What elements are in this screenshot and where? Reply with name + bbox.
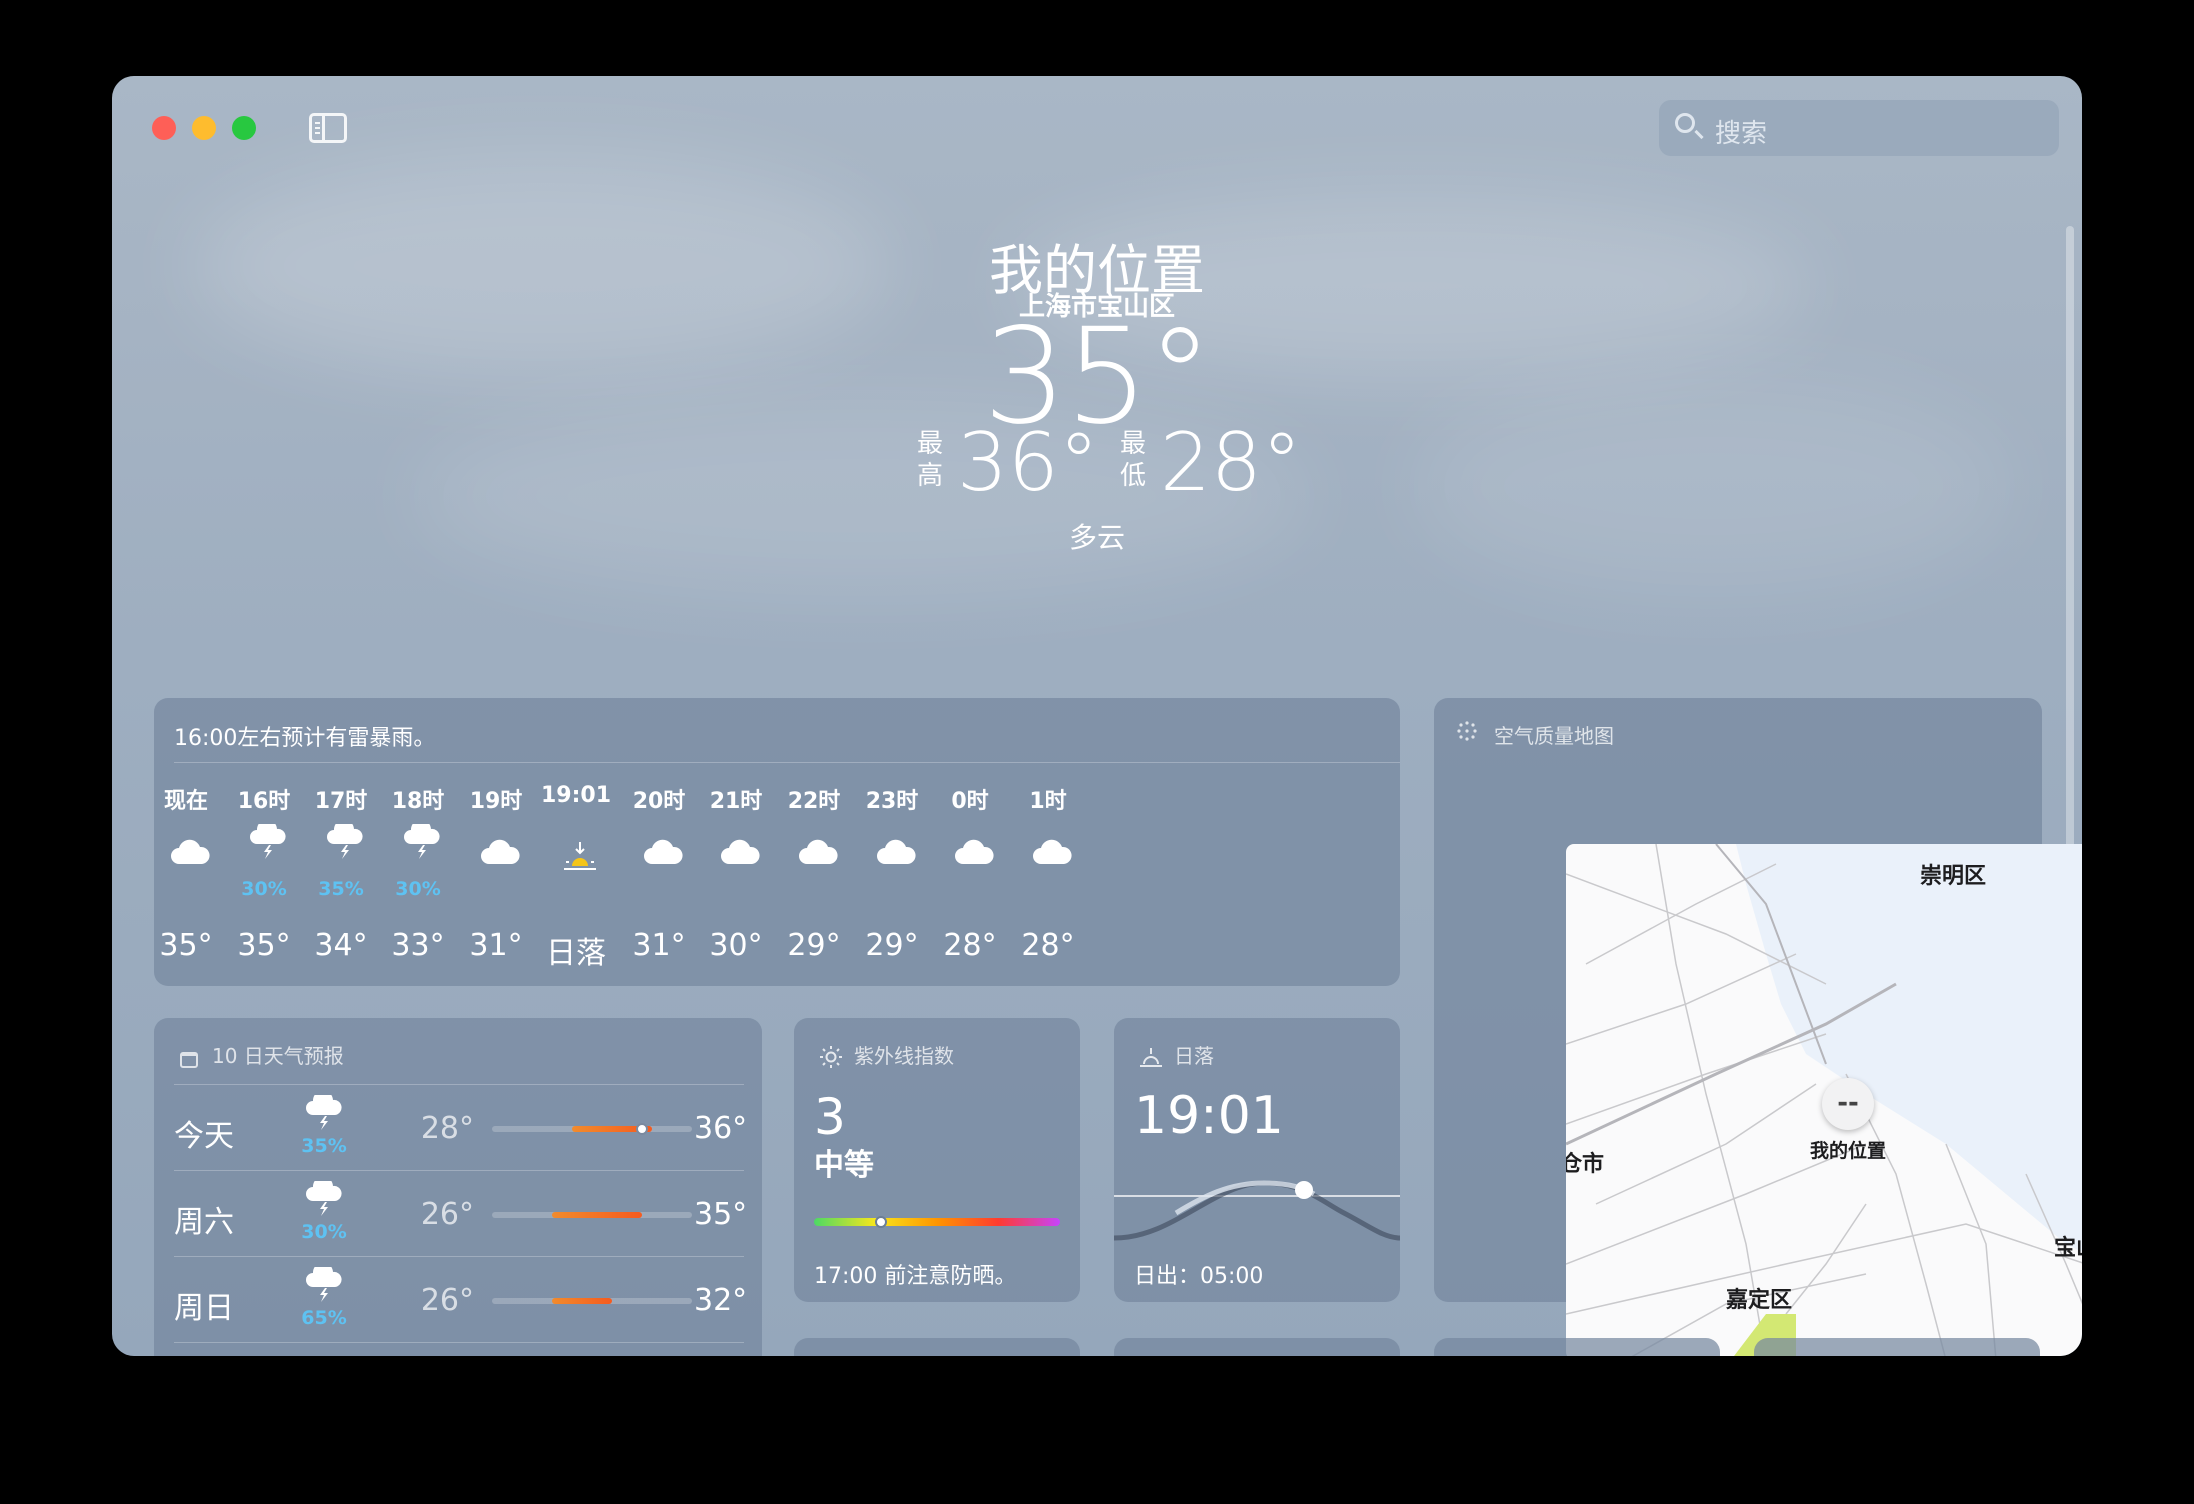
forecast-low: 28° [420,1111,474,1146]
search-field[interactable]: 搜索 [1659,100,2059,156]
cloud-icon [798,838,838,874]
high-label: 最高 [917,429,944,491]
close-button[interactable] [152,116,176,140]
high-value: 36° [957,416,1099,509]
forecast-day: 周六 [174,1205,234,1240]
uv-scale [814,1218,1060,1226]
air-quality-icon [1456,720,1478,742]
forecast-title: 10 日天气预报 [212,1044,344,1068]
sidebar-toggle-button[interactable] [309,113,347,143]
sunset-card: 日落 19:01 日出：05:00 [1114,1018,1400,1302]
forecast-row[interactable]: 周日 65% 26° 32° [174,1257,748,1343]
cloud-icon [480,838,520,874]
cloud-icon [954,838,994,874]
partial-card-1 [794,1338,1080,1356]
air-quality-title: 空气质量地图 [1494,724,1614,748]
thunderstorm-icon [402,819,442,860]
map-label-baoshan: 宝山区 [2054,1236,2082,1261]
temperature-range-fill [552,1298,612,1304]
weather-window: 搜索 我的位置 上海市宝山区 35° 最高 36° 最低 28° 多云 16:0… [112,76,2082,1356]
temperature-range-bar [492,1298,692,1304]
thunderstorm-icon [304,1262,344,1303]
high-temperature: 最高 36° [912,416,1099,509]
thunderstorm-icon [304,1176,344,1217]
forecast-low: 26° [420,1283,474,1318]
sun-path-graph [1114,1180,1400,1241]
low-label: 最低 [1120,429,1147,491]
cloud-icon [1032,838,1072,874]
map-label-jiading: 嘉定区 [1726,1288,1793,1313]
current-temp-dot [636,1123,648,1135]
forecast-high: 36° [694,1111,748,1146]
uv-index-card: 紫外线指数 3 中等 17:00 前注意防晒。 [794,1018,1080,1302]
forecast-high: 32° [694,1283,748,1318]
hour-label: 1时 [1029,789,1067,814]
partial-card-3 [1434,1338,1720,1356]
map-label-chongming: 崇明区 [1920,864,1987,889]
temperature-range-fill [552,1212,642,1218]
temperature-range-bar [492,1212,692,1218]
search-icon [1675,113,1695,133]
forecast-day: 今天 [174,1119,234,1154]
weather-condition: 多云 [1068,521,1125,554]
cloud-icon [643,838,683,874]
temperature-range-bar [492,1123,692,1135]
forecast-row[interactable]: 周六 30% 26° 35° [174,1171,748,1257]
hourly-summary: 16:00左右预计有雷暴雨。 [174,726,436,751]
search-placeholder: 搜索 [1715,119,1768,149]
ten-day-forecast-card: 10 日天气预报 今天 35% 28° 36° 周六 30% 26° 35° 周日 65% 26° 3… [154,1018,762,1356]
forecast-precip: 65% [301,1307,347,1329]
partial-card-2 [1114,1338,1400,1356]
uv-value: 3 [814,1088,846,1146]
forecast-high: 35° [694,1197,748,1232]
location-marker[interactable]: -- [1822,1078,1874,1130]
forecast-row[interactable]: 今天 35% 28° 36° [174,1085,748,1171]
sunset-icon [560,838,600,874]
sun-icon [820,1046,842,1068]
uv-indicator [875,1216,888,1228]
cloud-icon [170,838,210,874]
low-temperature: 最低 28° [1115,416,1302,509]
cloud-icon [876,838,916,874]
uv-title: 紫外线指数 [854,1044,954,1068]
forecast-low: 26° [420,1197,474,1232]
calendar-icon [180,1052,198,1068]
forecast-precip: 30% [301,1221,347,1243]
sunset-icon [1138,1046,1164,1070]
thunderstorm-icon [304,1090,344,1131]
cloud-icon [720,838,760,874]
sunset-title: 日落 [1174,1044,1214,1068]
sunset-time: 19:01 [1134,1086,1284,1146]
uv-level: 中等 [814,1148,874,1183]
marker-label: 我的位置 [1809,1140,1886,1162]
partial-card-4 [1754,1338,2040,1356]
forecast-precip: 35% [301,1135,347,1157]
hourly-forecast-card: 16:00左右预计有雷暴雨。 现在 35° 16时 30% 35° 17时 35% 34° 18… [154,698,1400,986]
zoom-button[interactable] [232,116,256,140]
uv-note: 17:00 前注意防晒。 [814,1264,1017,1289]
forecast-day: 周日 [174,1291,234,1326]
thunderstorm-icon [325,819,365,860]
hour-temp: 28° [1021,928,1075,963]
map-label-cangshi: 仓市 [1566,1152,1605,1177]
low-value: 28° [1160,416,1302,509]
hour-precip: 30% [395,878,441,900]
forecast-divider [174,1342,744,1343]
thunderstorm-icon [248,819,288,860]
air-quality-map[interactable]: -- 我的位置 崇明区 仓市 宝山区 嘉定区 [1566,844,2082,1356]
sunrise-time: 日出：05:00 [1134,1264,1264,1289]
minimize-button[interactable] [192,116,216,140]
